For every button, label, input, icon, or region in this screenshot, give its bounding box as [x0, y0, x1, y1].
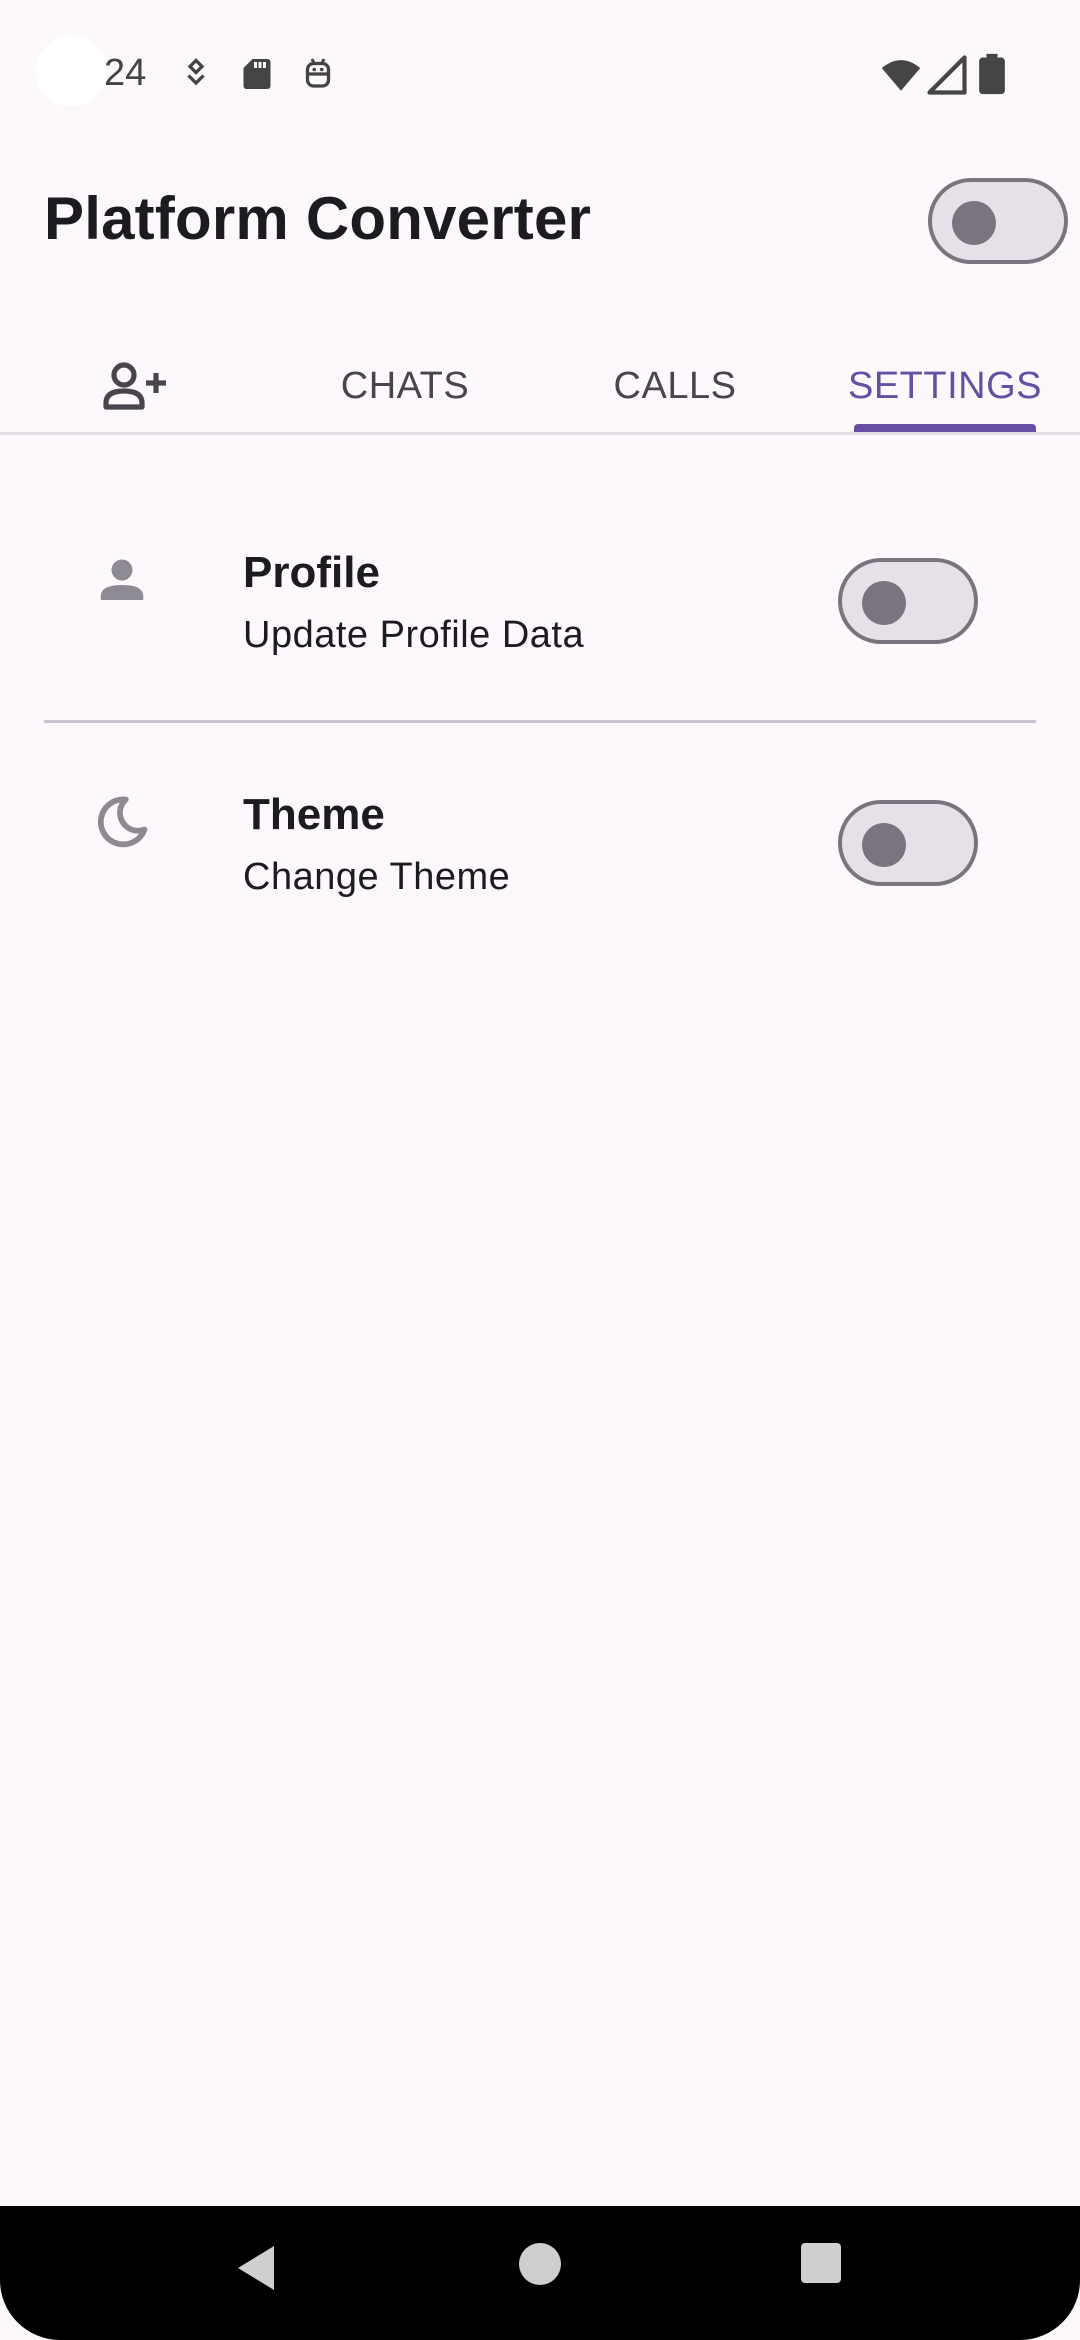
setting-row-theme[interactable]: Theme Change Theme [0, 762, 1080, 962]
setting-subtitle: Update Profile Data [243, 614, 585, 656]
sd-card-icon [243, 59, 271, 89]
battery-icon [979, 53, 1005, 95]
theme-toggle-switch[interactable] [928, 178, 1068, 264]
tab-indicator [854, 424, 1036, 432]
signal-icon [927, 55, 967, 95]
status-time: 24 [104, 52, 147, 94]
person-add-icon [103, 362, 166, 410]
back-icon[interactable] [234, 2242, 278, 2294]
tab-bar: CHATS CALLS SETTINGS [0, 340, 1080, 435]
tab-settings[interactable]: SETTINGS [810, 340, 1080, 432]
setting-title: Profile [243, 548, 380, 597]
setting-row-profile[interactable]: Profile Update Profile Data [0, 520, 1080, 720]
recents-icon[interactable] [800, 2242, 842, 2284]
profile-toggle-switch[interactable] [838, 558, 978, 644]
system-nav-bar [0, 2206, 1080, 2340]
home-icon[interactable] [518, 2242, 562, 2286]
tab-add-contact[interactable] [0, 340, 270, 432]
switch-thumb [862, 823, 906, 867]
camera-cutout [36, 36, 106, 106]
status-bar: 24 [0, 0, 1080, 150]
moon-icon [97, 796, 148, 848]
tab-calls[interactable]: CALLS [540, 340, 810, 432]
switch-thumb [952, 201, 996, 245]
setting-subtitle: Change Theme [243, 856, 511, 898]
tab-chats[interactable]: CHATS [270, 340, 540, 432]
wifi-icon [881, 60, 921, 91]
setting-title: Theme [243, 790, 385, 839]
theme-setting-toggle-switch[interactable] [838, 800, 978, 886]
person-icon [100, 559, 144, 600]
settings-divider [44, 720, 1036, 723]
switch-thumb [862, 581, 906, 625]
android-icon [305, 58, 331, 88]
notification-icon [187, 58, 205, 86]
app-title: Platform Converter [44, 185, 592, 252]
